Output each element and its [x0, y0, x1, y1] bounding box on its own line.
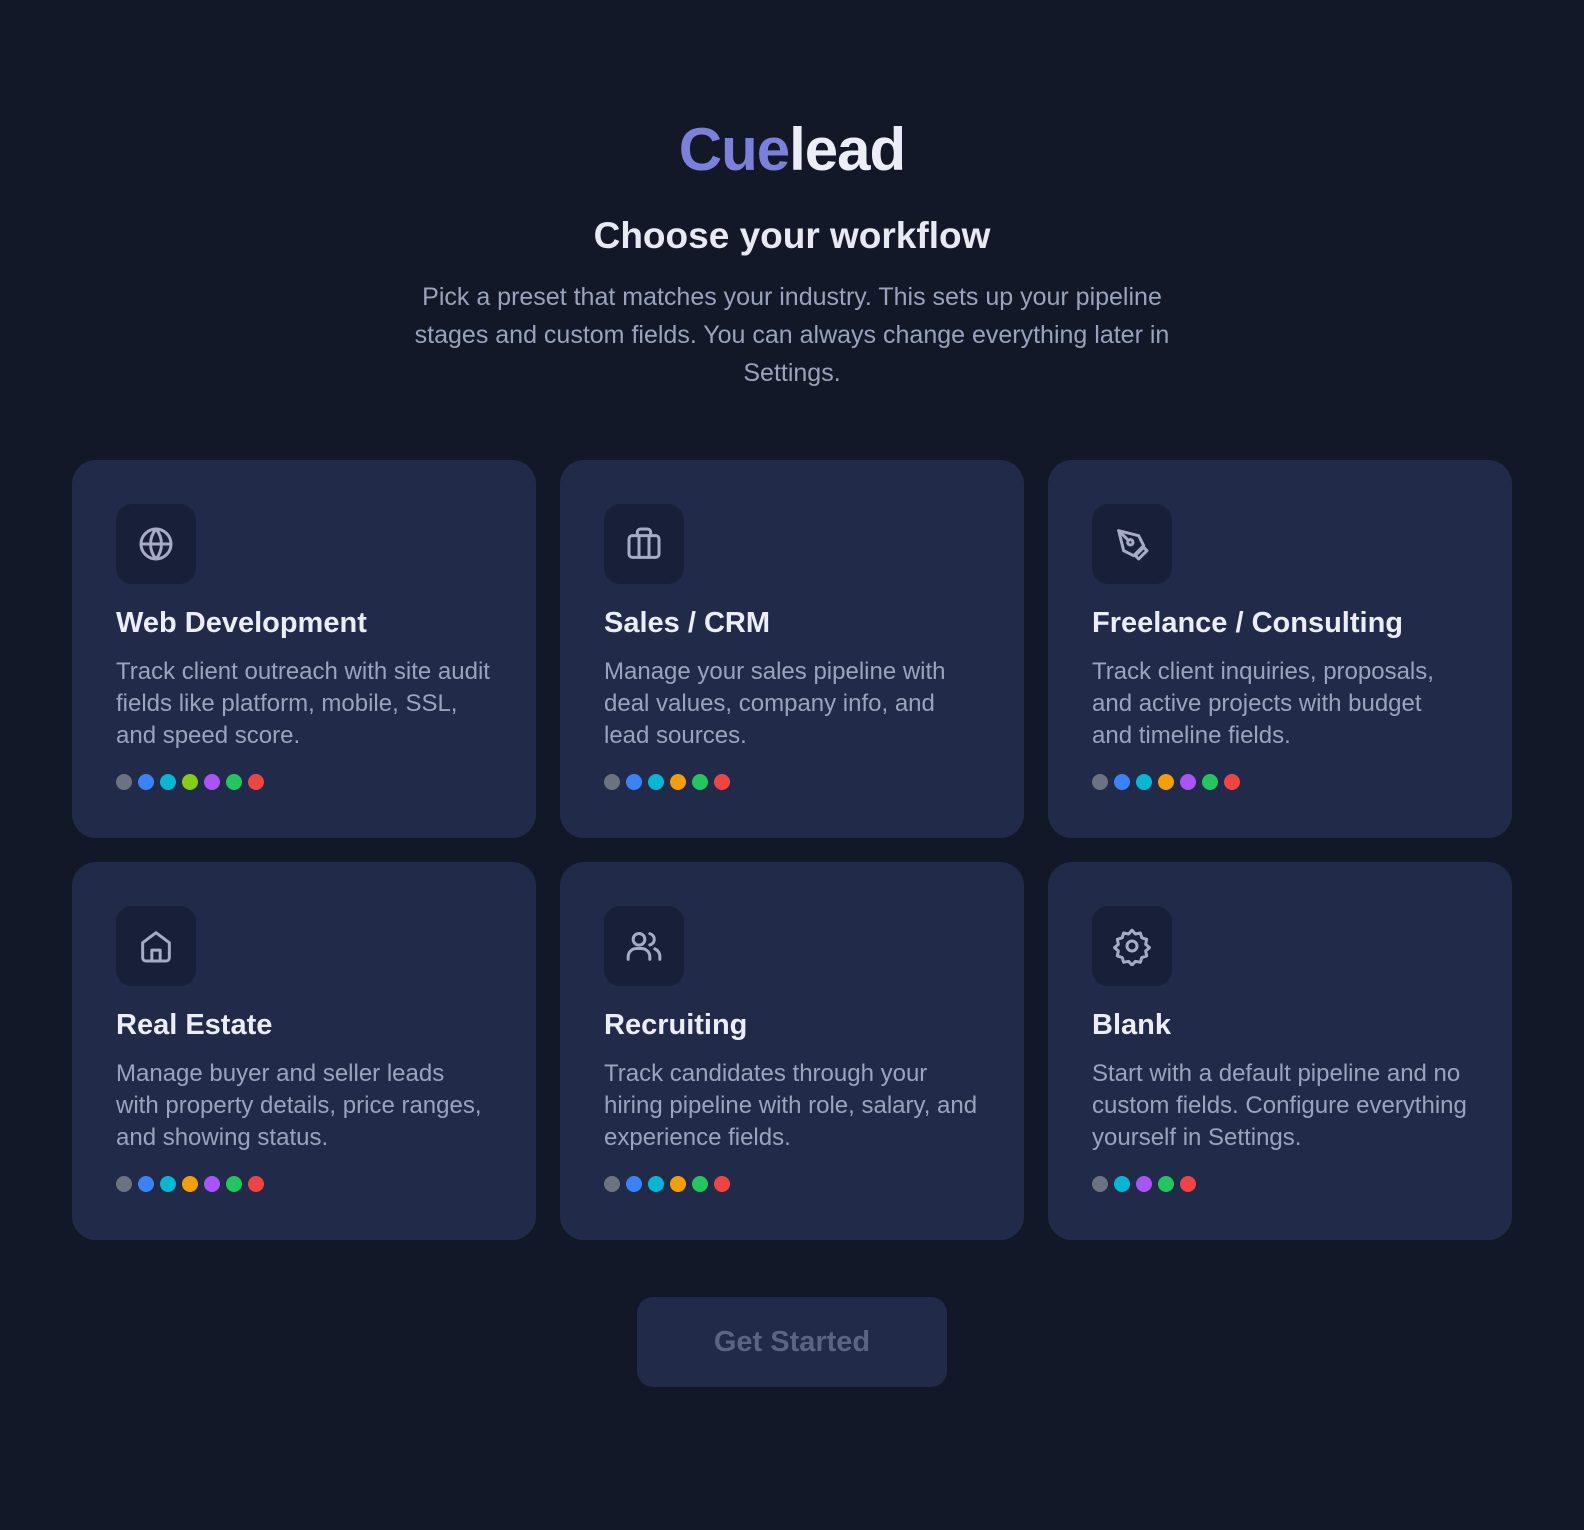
- preset-card-sales-crm[interactable]: Sales / CRM Manage your sales pipeline w…: [560, 460, 1024, 838]
- preset-description: Start with a default pipeline and no cus…: [1092, 1060, 1467, 1151]
- stage-color-dot: [248, 774, 264, 790]
- page-title: Choose your workflow: [593, 215, 991, 256]
- stage-color-dots: [1092, 1176, 1468, 1192]
- preset-description: Track client outreach with site audit fi…: [116, 658, 490, 749]
- stage-color-dots: [116, 1176, 492, 1192]
- stage-color-dot: [1114, 774, 1130, 790]
- stage-color-dot: [1158, 1176, 1174, 1192]
- page-subtitle: Pick a preset that matches your industry…: [414, 283, 1170, 387]
- preset-title: Blank: [1092, 1009, 1171, 1041]
- stage-color-dot: [1202, 774, 1218, 790]
- logo-rest: lead: [789, 116, 906, 183]
- stage-color-dot: [1136, 774, 1152, 790]
- stage-color-dots: [116, 774, 492, 790]
- stage-color-dot: [670, 774, 686, 790]
- preset-card-freelance-consulting[interactable]: Freelance / Consulting Track client inqu…: [1048, 460, 1512, 838]
- preset-card-blank[interactable]: Blank Start with a default pipeline and …: [1048, 862, 1512, 1240]
- stage-color-dot: [138, 1176, 154, 1192]
- get-started-button[interactable]: Get Started: [637, 1297, 947, 1387]
- stage-color-dot: [604, 1176, 620, 1192]
- stage-color-dot: [1136, 1176, 1152, 1192]
- stage-color-dot: [604, 774, 620, 790]
- stage-color-dots: [604, 1176, 980, 1192]
- page-header: Cuelead Choose your workflow Pick a pres…: [0, 110, 1584, 392]
- stage-color-dot: [248, 1176, 264, 1192]
- stage-color-dot: [626, 774, 642, 790]
- preset-description: Track candidates through your hiring pip…: [604, 1060, 978, 1151]
- preset-description: Track client inquiries, proposals, and a…: [1092, 658, 1434, 749]
- preset-title: Recruiting: [604, 1009, 748, 1041]
- stage-color-dots: [1092, 774, 1468, 790]
- logo-accent: Cue: [678, 116, 790, 183]
- preset-title: Web Development: [116, 607, 367, 639]
- stage-color-dot: [116, 1176, 132, 1192]
- preset-card-real-estate[interactable]: Real Estate Manage buyer and seller lead…: [72, 862, 536, 1240]
- stage-color-dot: [626, 1176, 642, 1192]
- stage-color-dot: [182, 1176, 198, 1192]
- stage-color-dot: [714, 1176, 730, 1192]
- preset-card-recruiting[interactable]: Recruiting Track candidates through your…: [560, 862, 1024, 1240]
- preset-title: Sales / CRM: [604, 607, 770, 639]
- stage-color-dot: [692, 1176, 708, 1192]
- stage-color-dot: [226, 1176, 242, 1192]
- preset-description: Manage buyer and seller leads with prope…: [116, 1060, 482, 1151]
- stage-color-dot: [1092, 1176, 1108, 1192]
- stage-color-dot: [1114, 1176, 1130, 1192]
- stage-color-dot: [1224, 774, 1240, 790]
- stage-color-dot: [1092, 774, 1108, 790]
- gear-icon: [1092, 906, 1172, 986]
- stage-color-dot: [116, 774, 132, 790]
- stage-color-dot: [204, 1176, 220, 1192]
- globe-icon: [116, 504, 196, 584]
- stage-color-dots: [604, 774, 980, 790]
- app-logo: Cuelead: [0, 110, 1584, 190]
- stage-color-dot: [692, 774, 708, 790]
- preset-grid: Web Development Track client outreach wi…: [72, 460, 1512, 1240]
- briefcase-icon: [604, 504, 684, 584]
- stage-color-dot: [160, 774, 176, 790]
- preset-card-web-development[interactable]: Web Development Track client outreach wi…: [72, 460, 536, 838]
- stage-color-dot: [204, 774, 220, 790]
- preset-title: Freelance / Consulting: [1092, 607, 1403, 639]
- stage-color-dot: [1158, 774, 1174, 790]
- stage-color-dot: [648, 774, 664, 790]
- stage-color-dot: [1180, 774, 1196, 790]
- stage-color-dot: [670, 1176, 686, 1192]
- stage-color-dot: [1180, 1176, 1196, 1192]
- preset-title: Real Estate: [116, 1009, 273, 1041]
- stage-color-dot: [648, 1176, 664, 1192]
- stage-color-dot: [160, 1176, 176, 1192]
- stage-color-dot: [138, 774, 154, 790]
- users-icon: [604, 906, 684, 986]
- stage-color-dot: [226, 774, 242, 790]
- preset-description: Manage your sales pipeline with deal val…: [604, 658, 946, 749]
- pen-tool-icon: [1092, 504, 1172, 584]
- home-icon: [116, 906, 196, 986]
- stage-color-dot: [714, 774, 730, 790]
- stage-color-dot: [182, 774, 198, 790]
